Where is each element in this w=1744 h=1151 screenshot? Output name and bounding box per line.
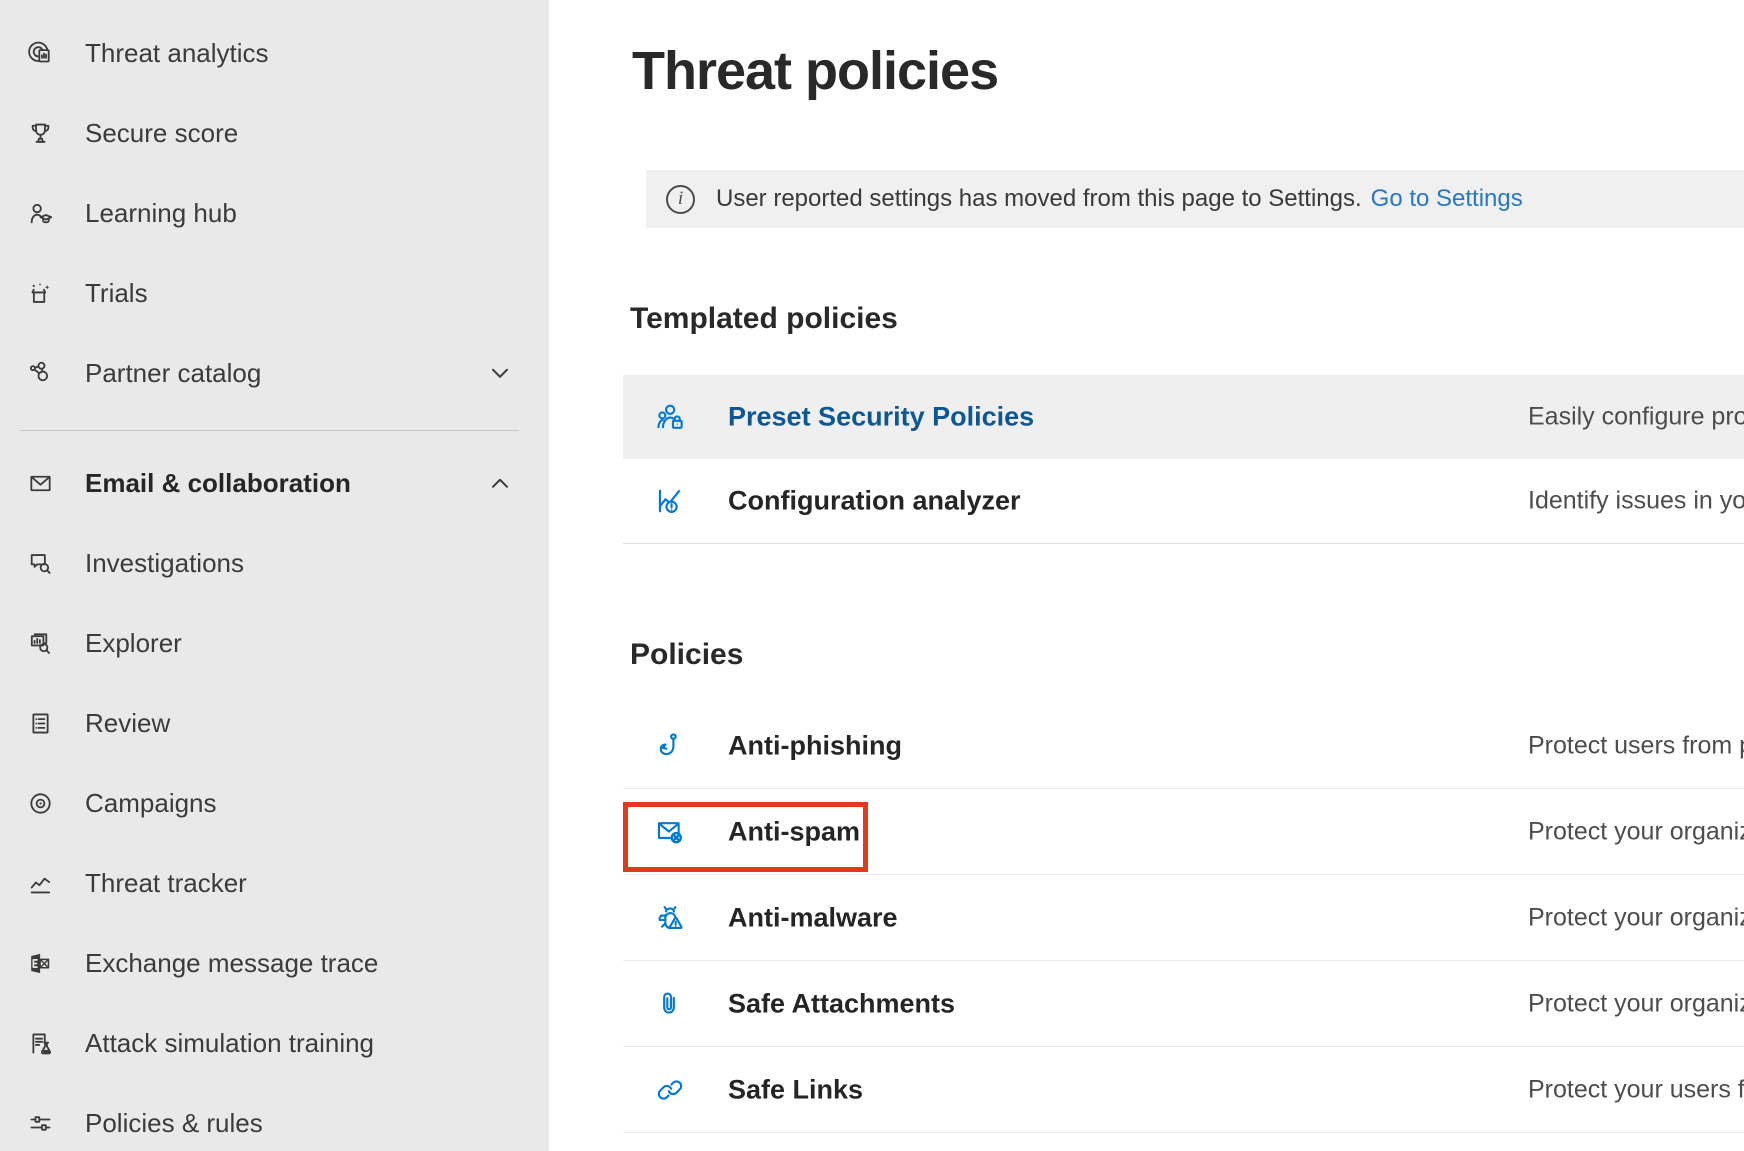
- policies-rules-icon: [26, 1109, 55, 1138]
- row-label[interactable]: Safe Links: [728, 1074, 863, 1105]
- row-description: Protect users from p: [1528, 731, 1744, 760]
- anti-spam-icon: [653, 815, 687, 849]
- sidebar-item-label: Attack simulation training: [85, 1028, 374, 1059]
- sidebar-item-attack-simulation-training[interactable]: Attack simulation training: [0, 1003, 549, 1083]
- sidebar-item-exchange-message-trace[interactable]: Exchange message trace: [0, 923, 549, 1003]
- sidebar-item-label: Trials: [85, 278, 148, 309]
- learning-hub-icon: [26, 199, 55, 228]
- sidebar-item-label: Learning hub: [85, 198, 237, 229]
- row-label[interactable]: Safe Attachments: [728, 988, 955, 1019]
- row-description: Protect your organiz: [1528, 817, 1744, 846]
- row-label[interactable]: Configuration analyzer: [728, 486, 1021, 517]
- info-icon: i: [666, 185, 695, 214]
- preset-security-policies-icon: [653, 400, 687, 434]
- row-safe-attachments[interactable]: Safe Attachments Protect your organiz: [623, 961, 1744, 1047]
- sidebar-item-label: Policies & rules: [85, 1108, 263, 1139]
- row-anti-phishing[interactable]: Anti-phishing Protect users from p: [623, 703, 1744, 789]
- sidebar-item-label: Threat tracker: [85, 868, 247, 899]
- row-description: Easily configure prot: [1528, 403, 1744, 432]
- sidebar-item-campaigns[interactable]: Campaigns: [0, 763, 549, 843]
- sidebar-item-label: Explorer: [85, 628, 182, 659]
- sidebar-item-review[interactable]: Review: [0, 683, 549, 763]
- banner-message: User reported settings has moved from th…: [716, 185, 1362, 213]
- sidebar-item-partner-catalog[interactable]: Partner catalog: [0, 333, 549, 413]
- row-label[interactable]: Anti-malware: [728, 902, 898, 933]
- secure-score-icon: [26, 119, 55, 148]
- sidebar-item-investigations[interactable]: Investigations: [0, 523, 549, 603]
- sidebar-item-label: Threat analytics: [85, 38, 269, 69]
- sidebar-item-threat-analytics[interactable]: Threat analytics: [0, 13, 549, 93]
- configuration-analyzer-icon: [653, 484, 687, 518]
- section-heading-templated-policies: Templated policies: [630, 302, 898, 336]
- attack-simulation-training-icon: [26, 1029, 55, 1058]
- row-configuration-analyzer[interactable]: Configuration analyzer Identify issues i…: [623, 459, 1744, 544]
- sidebar-item-trials[interactable]: Trials: [0, 253, 549, 333]
- sidebar-item-secure-score[interactable]: Secure score: [0, 93, 549, 173]
- sidebar-item-explorer[interactable]: Explorer: [0, 603, 549, 683]
- row-description: Identify issues in you: [1528, 487, 1744, 516]
- anti-phishing-icon: [653, 729, 687, 763]
- sidebar-item-label: Campaigns: [85, 788, 217, 819]
- page-title: Threat policies: [632, 40, 998, 102]
- sidebar-item-label: Review: [85, 708, 170, 739]
- sidebar-item-label: Exchange message trace: [85, 948, 378, 979]
- section-heading-policies: Policies: [630, 638, 743, 672]
- investigations-icon: [26, 549, 55, 578]
- sidebar-item-label: Email & collaboration: [85, 468, 351, 499]
- safe-links-icon: [653, 1073, 687, 1107]
- campaigns-icon: [26, 789, 55, 818]
- threat-tracker-icon: [26, 869, 55, 898]
- row-label[interactable]: Preset Security Policies: [728, 402, 1034, 433]
- threat-analytics-icon: [26, 39, 55, 68]
- row-preset-security-policies[interactable]: Preset Security Policies Easily configur…: [623, 375, 1744, 459]
- sidebar: Threat analytics Secure score Learning h…: [0, 0, 549, 1151]
- sidebar-item-label: Investigations: [85, 548, 244, 579]
- row-anti-malware[interactable]: Anti-malware Protect your organiz: [623, 875, 1744, 961]
- row-label[interactable]: Anti-phishing: [728, 730, 902, 761]
- row-description: Protect your organiz: [1528, 903, 1744, 932]
- sidebar-divider: [20, 430, 519, 431]
- sidebar-item-threat-tracker[interactable]: Threat tracker: [0, 843, 549, 923]
- sidebar-item-label: Secure score: [85, 118, 238, 149]
- row-description: Protect your organiz: [1528, 989, 1744, 1018]
- partner-catalog-icon: [26, 359, 55, 388]
- anti-malware-icon: [653, 901, 687, 935]
- trials-icon: [26, 279, 55, 308]
- email-collaboration-icon: [26, 469, 55, 498]
- row-label[interactable]: Anti-spam: [728, 816, 860, 847]
- row-anti-spam[interactable]: Anti-spam Protect your organiz: [623, 789, 1744, 875]
- sidebar-item-email-collaboration[interactable]: Email & collaboration: [0, 443, 549, 523]
- chevron-down-icon[interactable]: [487, 360, 513, 386]
- explorer-icon: [26, 629, 55, 658]
- row-safe-links[interactable]: Safe Links Protect your users fr: [623, 1047, 1744, 1133]
- info-banner: i User reported settings has moved from …: [646, 170, 1744, 228]
- sidebar-item-label: Partner catalog: [85, 358, 261, 389]
- safe-attachments-icon: [653, 987, 687, 1021]
- chevron-up-icon[interactable]: [487, 470, 513, 496]
- exchange-message-trace-icon: [26, 949, 55, 978]
- row-description: Protect your users fr: [1528, 1075, 1744, 1104]
- review-icon: [26, 709, 55, 738]
- sidebar-item-learning-hub[interactable]: Learning hub: [0, 173, 549, 253]
- go-to-settings-link[interactable]: Go to Settings: [1371, 185, 1523, 213]
- sidebar-item-policies-rules[interactable]: Policies & rules: [0, 1083, 549, 1151]
